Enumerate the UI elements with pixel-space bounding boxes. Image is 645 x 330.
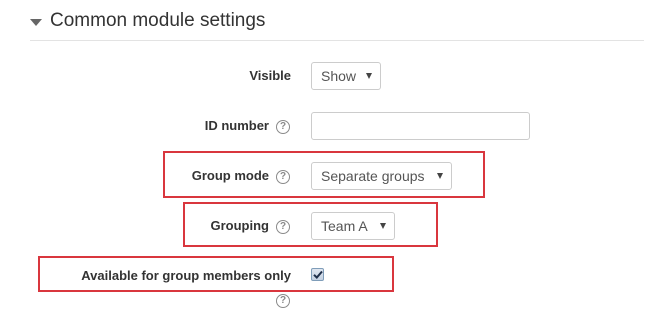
checkmark-icon: [312, 270, 323, 279]
grouping-select-value: Team A: [321, 218, 368, 234]
collapse-triangle-icon[interactable]: [30, 18, 42, 26]
help-icon[interactable]: ?: [276, 170, 290, 184]
dropdown-arrow-icon: [380, 223, 386, 229]
dropdown-arrow-icon: [366, 73, 372, 79]
visible-select-value: Show: [321, 68, 357, 84]
visible-label: Visible: [249, 68, 291, 83]
help-icon[interactable]: ?: [276, 120, 290, 134]
grouping-label: Grouping: [210, 218, 270, 233]
help-icon[interactable]: ?: [276, 294, 290, 308]
group-mode-select[interactable]: Separate groups: [311, 162, 452, 190]
section-header[interactable]: Common module settings: [30, 7, 265, 35]
help-icon[interactable]: ?: [276, 220, 290, 234]
section-divider: [30, 40, 644, 41]
section-title: Common module settings: [50, 10, 266, 31]
group-mode-label: Group mode: [191, 168, 269, 183]
dropdown-arrow-icon: [437, 173, 443, 179]
grouping-select[interactable]: Team A: [311, 212, 395, 240]
visible-select[interactable]: Show: [311, 62, 381, 90]
id-number-label: ID number: [204, 118, 269, 133]
group-mode-select-value: Separate groups: [321, 168, 425, 184]
available-for-group-members-only-checkbox[interactable]: [311, 268, 324, 281]
available-for-group-members-only-label: Available for group members only: [81, 268, 291, 283]
id-number-input[interactable]: [311, 112, 530, 140]
